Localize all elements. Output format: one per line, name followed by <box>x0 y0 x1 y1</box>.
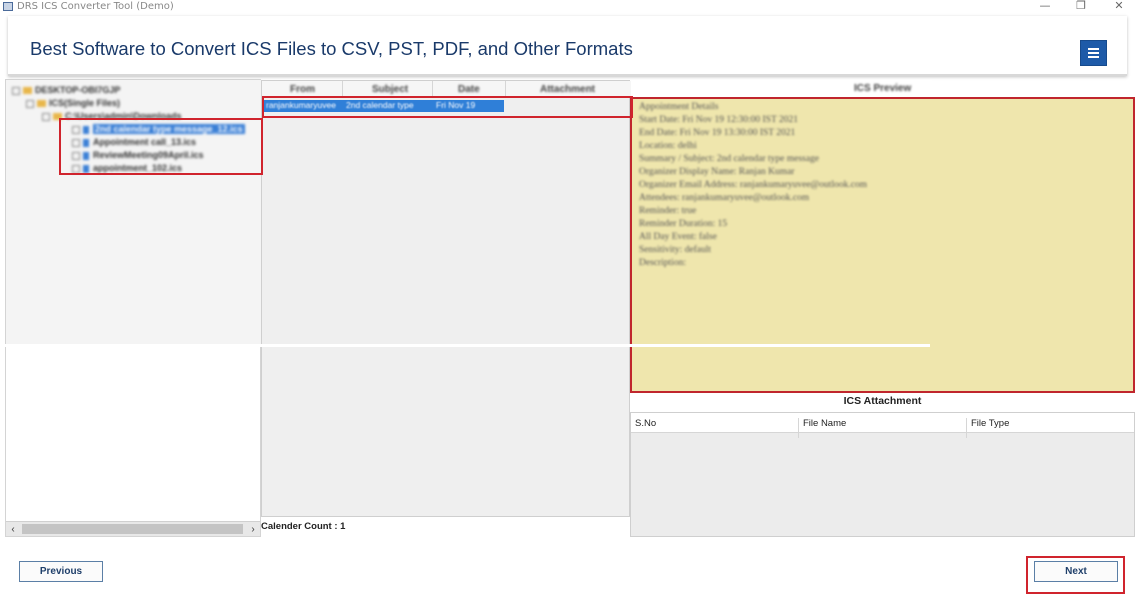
column-header-from[interactable]: From <box>290 84 315 95</box>
preview-line: Description: <box>639 258 686 268</box>
preview-line: Start Date: Fri Nov 19 12:30:00 IST 2021 <box>639 115 798 125</box>
preview-line: Location: delhi <box>639 141 697 151</box>
attachment-header: S.No File Name File Type <box>631 413 1134 438</box>
close-button[interactable]: ✕ <box>1104 0 1134 14</box>
menu-button[interactable] <box>1080 40 1107 66</box>
preview-line: End Date: Fri Nov 19 13:30:00 IST 2021 <box>639 128 796 138</box>
attachment-title: ICS Attachment <box>843 395 922 407</box>
preview-header: ICS Preview <box>632 80 932 97</box>
preview-line: Sensitivity: default <box>639 245 712 255</box>
preview-title: ICS Preview <box>854 83 912 94</box>
checkbox-icon[interactable] <box>12 86 20 95</box>
preview-line: Organizer Display Name: Ranjan Kumar <box>639 167 795 177</box>
app-window: DRS ICS Converter Tool (Demo) — ❐ ✕ Best… <box>0 0 1135 600</box>
checkbox-icon[interactable] <box>26 99 34 108</box>
mail-list-panel: From Subject Date Attachment ranjankumar… <box>261 80 631 517</box>
scroll-right-icon[interactable]: › <box>246 522 260 537</box>
preview-line: Reminder: true <box>639 206 697 216</box>
column-header-file-name[interactable]: File Name <box>803 418 846 429</box>
attachment-panel: S.No File Name File Type <box>630 412 1135 537</box>
tree-item[interactable]: DESKTOP-OBI7GJP <box>12 85 120 97</box>
checkbox-icon[interactable] <box>42 112 50 121</box>
column-header-attachment[interactable]: Attachment <box>540 84 595 95</box>
column-header-subject[interactable]: Subject <box>372 84 408 95</box>
calendar-count: Calender Count : 1 <box>261 521 346 532</box>
column-divider <box>966 418 967 438</box>
title-bar: DRS ICS Converter Tool (Demo) — ❐ ✕ <box>0 0 1135 14</box>
horizontal-scrollbar[interactable]: ‹ › <box>6 521 260 536</box>
highlight-box-row <box>262 96 633 118</box>
hamburger-icon <box>1088 48 1099 50</box>
previous-button[interactable]: Previous <box>19 561 103 582</box>
scrollbar-thumb[interactable] <box>22 524 243 534</box>
preview-line: Attendees: ranjankumaryuvee@outlook.com <box>639 193 810 203</box>
preview-line: Summary / Subject: 2nd calendar type mes… <box>639 154 819 164</box>
restore-button[interactable]: ❐ <box>1066 0 1096 14</box>
tree-item[interactable]: ICS(Single Files) <box>26 98 120 110</box>
preview-line: Organizer Email Address: ranjankumaryuve… <box>639 180 868 190</box>
preview-line: Reminder Duration: 15 <box>639 219 728 229</box>
overlay-strip <box>0 344 930 347</box>
next-button[interactable]: Next <box>1034 561 1118 582</box>
column-header-date[interactable]: Date <box>458 84 480 95</box>
ics-preview-panel: Appointment Details Start Date: Fri Nov … <box>630 97 1135 393</box>
app-icon <box>3 2 13 11</box>
window-title: DRS ICS Converter Tool (Demo) <box>17 1 174 12</box>
folder-icon <box>37 100 46 108</box>
column-divider <box>798 418 799 438</box>
column-header-sno[interactable]: S.No <box>635 418 656 429</box>
minimize-button[interactable]: — <box>1030 0 1060 14</box>
preview-line: All Day Event: false <box>639 232 717 242</box>
header-banner: Best Software to Convert ICS Files to CS… <box>8 16 1127 76</box>
highlight-box-files <box>59 118 263 175</box>
column-header-file-type[interactable]: File Type <box>971 418 1009 429</box>
preview-line: Appointment Details <box>639 102 719 112</box>
page-title: Best Software to Convert ICS Files to CS… <box>30 38 633 59</box>
scroll-left-icon[interactable]: ‹ <box>6 522 20 537</box>
hamburger-icon <box>1088 52 1099 54</box>
hamburger-icon <box>1088 56 1099 58</box>
folder-icon <box>23 87 32 95</box>
